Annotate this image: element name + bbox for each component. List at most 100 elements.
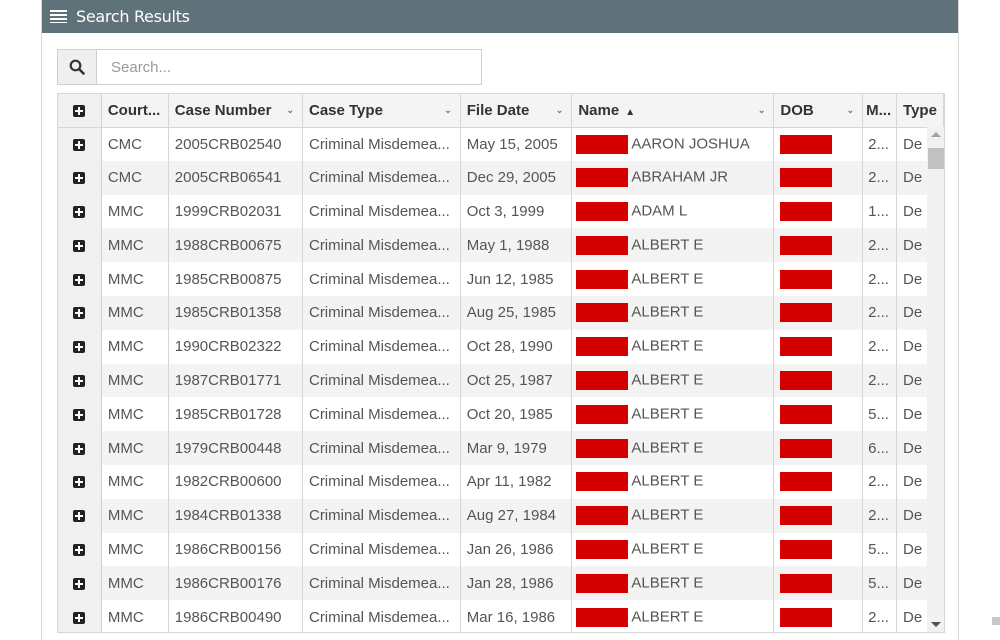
expand-row-button[interactable]: [58, 600, 102, 632]
search-input[interactable]: [97, 50, 481, 84]
table-row[interactable]: MMC 1999CRB02031 Criminal Misdemea... Oct 3…: [58, 194, 944, 229]
redaction-block: [576, 269, 629, 289]
cell-case-type: Criminal Misdemea...: [302, 228, 461, 263]
expand-row-button[interactable]: [58, 397, 102, 432]
cell-case-type: Criminal Misdemea...: [302, 329, 461, 364]
cell-court: MMC: [101, 431, 169, 465]
expand-row-button[interactable]: [58, 532, 102, 567]
column-header-type[interactable]: Type: [896, 94, 944, 128]
chevron-down-icon[interactable]: ⌄: [847, 105, 855, 116]
expand-row-button[interactable]: [58, 566, 102, 601]
cell-dob: [773, 600, 864, 632]
table-row[interactable]: MMC 1985CRB01358 Criminal Misdemea... Aug 2…: [58, 295, 944, 330]
table-row[interactable]: MMC 1984CRB01338 Criminal Misdemea... Aug 2…: [58, 498, 944, 533]
cell-file-date: Aug 25, 1985: [460, 295, 573, 330]
chevron-down-icon[interactable]: ⌄: [444, 105, 452, 116]
cell-dob: [773, 228, 864, 263]
table-row[interactable]: MMC 1986CRB00176 Criminal Misdemea... Jan 2…: [58, 566, 944, 601]
column-header-case-number[interactable]: Case Number ⌄: [168, 94, 303, 128]
chevron-down-icon[interactable]: ⌄: [286, 105, 294, 116]
cell-m: 2...: [862, 262, 898, 296]
cell-case-type: Criminal Misdemea...: [302, 464, 461, 499]
cell-court: CMC: [101, 160, 169, 195]
plus-square-icon[interactable]: [73, 375, 86, 387]
table-row[interactable]: MMC 1986CRB00490 Criminal Misdemea... Mar 1…: [58, 600, 944, 632]
table-row[interactable]: MMC 1988CRB00675 Criminal Misdemea... May 1…: [58, 228, 944, 263]
plus-square-icon[interactable]: [73, 611, 86, 624]
table-row[interactable]: MMC 1985CRB00875 Criminal Misdemea... Jun 1…: [58, 262, 944, 296]
expand-row-button[interactable]: [58, 228, 102, 263]
table-row[interactable]: MMC 1990CRB02322 Criminal Misdemea... Oct 2…: [58, 329, 944, 364]
cell-dob: [773, 498, 864, 533]
redaction-block: [576, 607, 629, 627]
cell-name: ALBERT E: [571, 329, 775, 364]
column-header-court[interactable]: Court...: [101, 94, 169, 128]
scroll-up-arrow-icon[interactable]: [931, 132, 941, 137]
cell-name: ALBERT E: [571, 431, 775, 465]
expand-row-button[interactable]: [58, 464, 102, 499]
expand-row-button[interactable]: [58, 295, 102, 330]
name-text: ALBERT E: [631, 405, 704, 423]
chevron-down-icon[interactable]: ⌄: [556, 105, 564, 116]
cell-dob: [773, 464, 864, 499]
plus-square-icon[interactable]: [73, 577, 86, 590]
plus-square-icon[interactable]: [73, 307, 86, 320]
name-text: ALBERT E: [631, 270, 704, 288]
cell-m: 1...: [862, 194, 898, 229]
cell-m: 2...: [862, 127, 898, 161]
cell-dob: [773, 532, 864, 567]
plus-square-icon[interactable]: [73, 239, 86, 252]
plus-square-icon[interactable]: [73, 442, 86, 455]
name-text: ALBERT E: [631, 472, 704, 490]
chevron-down-icon[interactable]: ⌄: [758, 105, 766, 116]
table-row[interactable]: MMC 1982CRB00600 Criminal Misdemea... Apr 1…: [58, 464, 944, 499]
cell-dob: [773, 431, 864, 465]
table-row[interactable]: MMC 1987CRB01771 Criminal Misdemea... Oct 2…: [58, 363, 944, 398]
redaction-block: [780, 168, 833, 188]
cell-name: ALBERT E: [571, 532, 775, 567]
table-row[interactable]: MMC 1985CRB01728 Criminal Misdemea... Oct 2…: [58, 397, 944, 432]
table-row[interactable]: MMC 1979CRB00448 Criminal Misdemea... Mar 9…: [58, 431, 944, 465]
table-row[interactable]: MMC 1986CRB00156 Criminal Misdemea... Jan 2…: [58, 532, 944, 567]
header-row: Court... Case Number ⌄ Case Type ⌄ File …: [58, 94, 944, 128]
name-text: ALBERT E: [631, 337, 704, 355]
expand-all-header[interactable]: [58, 94, 102, 128]
plus-square-icon[interactable]: [73, 138, 86, 151]
name-text: ALBERT E: [631, 303, 704, 321]
expand-row-button[interactable]: [58, 160, 102, 195]
expand-row-button[interactable]: [58, 363, 102, 398]
redaction-block: [576, 303, 629, 323]
window-resize-grip[interactable]: [992, 617, 1000, 625]
expand-row-button[interactable]: [58, 431, 102, 465]
table-row[interactable]: CMC 2005CRB06541 Criminal Misdemea... Dec 2…: [58, 160, 944, 195]
cell-case-number: 1987CRB01771: [168, 363, 303, 398]
search-icon[interactable]: [58, 50, 97, 84]
expand-row-button[interactable]: [58, 498, 102, 533]
plus-square-icon[interactable]: [73, 408, 86, 421]
cell-m: 2...: [862, 363, 898, 398]
plus-square-icon[interactable]: [73, 341, 86, 354]
column-header-file-date[interactable]: File Date ⌄: [460, 94, 573, 128]
table-row[interactable]: CMC 2005CRB02540 Criminal Misdemea... May 1…: [58, 127, 944, 161]
plus-square-icon[interactable]: [73, 543, 86, 556]
plus-square-icon[interactable]: [73, 476, 86, 489]
column-header-dob[interactable]: DOB ⌄: [773, 94, 864, 128]
plus-square-icon[interactable]: [73, 510, 86, 523]
vertical-scrollbar[interactable]: [927, 127, 944, 632]
plus-square-icon[interactable]: [73, 104, 86, 117]
cell-case-type: Criminal Misdemea...: [302, 127, 461, 161]
plus-square-icon[interactable]: [73, 172, 86, 185]
cell-case-number: 1986CRB00490: [168, 600, 303, 632]
expand-row-button[interactable]: [58, 329, 102, 364]
cell-file-date: Jan 26, 1986: [460, 532, 573, 567]
expand-row-button[interactable]: [58, 127, 102, 161]
plus-square-icon[interactable]: [73, 273, 86, 286]
plus-square-icon[interactable]: [73, 206, 86, 219]
cell-m: 5...: [862, 566, 898, 601]
column-header-m[interactable]: M...: [862, 94, 898, 128]
column-header-case-type[interactable]: Case Type ⌄: [302, 94, 461, 128]
column-header-name[interactable]: Name ▲ ⌄: [571, 94, 775, 128]
expand-row-button[interactable]: [58, 262, 102, 296]
expand-row-button[interactable]: [58, 194, 102, 229]
scrollbar-thumb[interactable]: [928, 148, 944, 169]
